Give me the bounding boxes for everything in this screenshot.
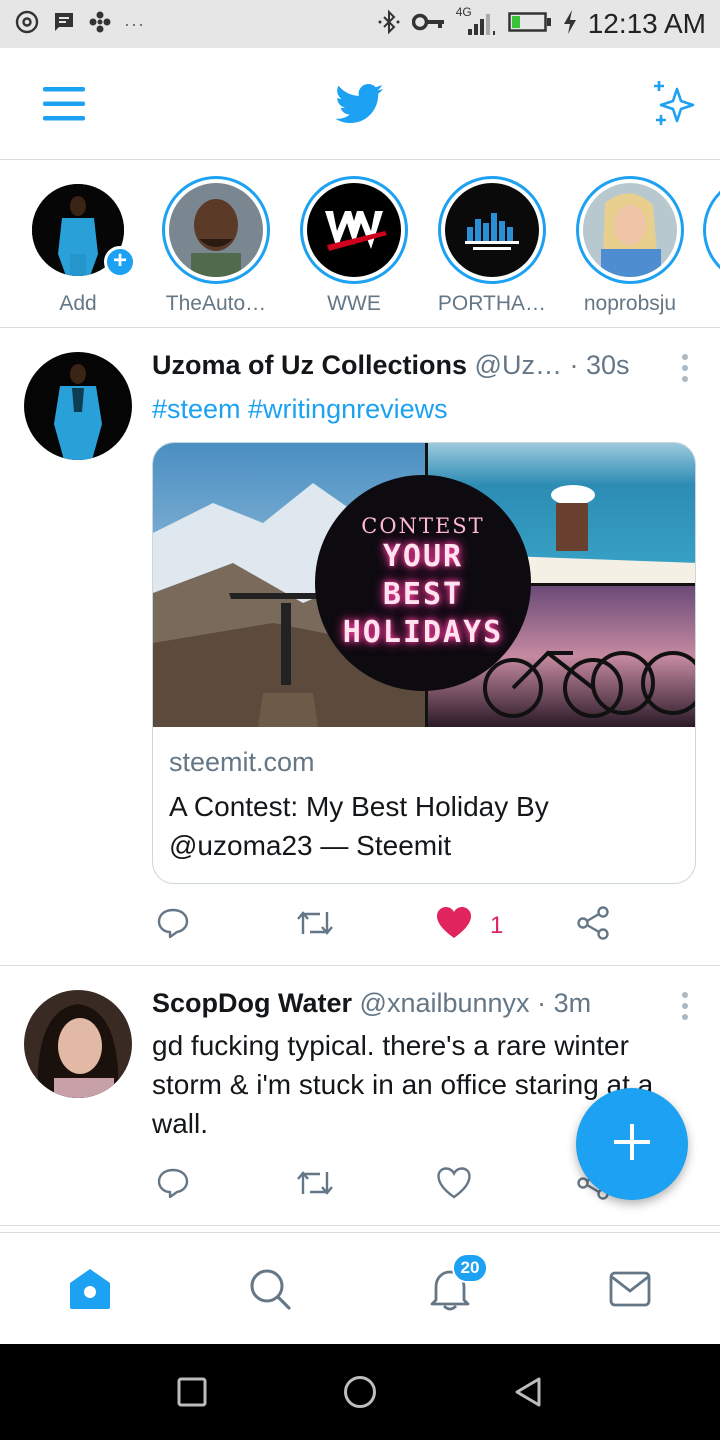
fleet-partial[interactable]: [703, 176, 720, 284]
avatar: [583, 183, 677, 277]
author-name[interactable]: Uzoma of Uz Collections: [152, 350, 467, 380]
author-name[interactable]: ScopDog Water: [152, 988, 352, 1018]
messages-icon[interactable]: [602, 1261, 658, 1317]
fleet-wwe[interactable]: WWE: [289, 176, 419, 316]
home-system-icon[interactable]: [340, 1372, 380, 1412]
back-icon[interactable]: [508, 1372, 548, 1412]
signal-icon: 4G: [456, 5, 498, 37]
contest-badge: CONTEST YOUR BEST HOLIDAYS: [315, 475, 531, 691]
recents-icon[interactable]: [172, 1372, 212, 1412]
fleet-label: WWE: [327, 292, 381, 315]
more-notifications-icon: ···: [124, 13, 145, 34]
reply-icon[interactable]: [156, 1166, 190, 1200]
reply-icon[interactable]: [156, 906, 190, 940]
separator: ·: [537, 988, 547, 1018]
hamburger-icon[interactable]: [36, 76, 92, 132]
notification-badge: 20: [452, 1253, 488, 1283]
fleet-label: noprobsju: [583, 292, 677, 315]
message-icon: [52, 10, 76, 39]
fleet-label: PORTHA…: [437, 292, 547, 315]
tweet-actions: [152, 1166, 632, 1206]
heart-outline-icon: [436, 1166, 472, 1205]
add-fleet-icon[interactable]: +: [104, 246, 136, 278]
fleet-label: Add: [59, 292, 97, 315]
home-icon[interactable]: [62, 1261, 118, 1317]
avatar[interactable]: [24, 990, 132, 1098]
separator: ·: [569, 350, 579, 380]
share-icon[interactable]: [576, 906, 610, 940]
avatar[interactable]: [24, 352, 132, 460]
tweet-header: ScopDog Water @xnailbunnyx · 3m: [152, 988, 591, 1019]
fleet-theauto[interactable]: TheAuto…: [151, 176, 281, 316]
plus-icon: [612, 1122, 652, 1167]
fleet-noprobsju[interactable]: noprobsju: [565, 176, 695, 316]
key-icon: [411, 11, 446, 38]
card-title: A Contest: My Best Holiday By @uzoma23 —…: [169, 791, 549, 861]
search-icon[interactable]: [242, 1261, 298, 1317]
system-navigation-bar: [0, 1344, 720, 1440]
contest-line: BEST: [382, 577, 464, 612]
card-image: CONTEST YOUR BEST HOLIDAYS: [153, 443, 695, 727]
card-domain: steemit.com: [169, 747, 315, 777]
more-options-icon[interactable]: [682, 992, 688, 1020]
sparkle-icon[interactable]: [646, 76, 702, 132]
contest-label: CONTEST: [361, 514, 485, 538]
compose-tweet-button[interactable]: [576, 1088, 688, 1200]
vinyl-icon: [14, 9, 40, 40]
author-handle[interactable]: @xnailbunnyx: [360, 988, 530, 1018]
timestamp: 3m: [553, 988, 592, 1018]
fleet-add[interactable]: + Add: [13, 176, 143, 316]
like-count: 1: [490, 911, 504, 939]
link-card[interactable]: CONTEST YOUR BEST HOLIDAYS steemit.com A…: [152, 442, 696, 884]
retweet-icon[interactable]: [296, 906, 334, 940]
fleet-label: TheAuto…: [165, 292, 267, 315]
retweet-icon[interactable]: [296, 1166, 334, 1200]
like-button[interactable]: [436, 1166, 472, 1205]
tweet-actions: 1: [152, 906, 632, 946]
top-app-bar: [0, 48, 720, 160]
timestamp: 30s: [586, 350, 630, 380]
battery-icon: [507, 10, 552, 39]
more-options-icon[interactable]: [682, 354, 688, 382]
clock: 12:13 AM: [587, 8, 706, 39]
author-handle[interactable]: @Uz…: [475, 350, 562, 380]
hashtags[interactable]: #steem #writingnreviews: [152, 394, 448, 425]
contest-line: YOUR: [382, 539, 464, 574]
bottom-navigation: 20: [0, 1232, 720, 1344]
like-button[interactable]: 1: [436, 906, 503, 945]
bluetooth-icon: [376, 9, 402, 40]
fleets-bar: + Add TheAuto… WWE PORTHA… noprobsju: [0, 160, 720, 328]
avatar: [445, 183, 539, 277]
twitter-bird-icon: [334, 78, 386, 130]
fleet-portha[interactable]: PORTHA…: [427, 176, 557, 316]
tweet-header: Uzoma of Uz Collections @Uz… · 30s: [152, 350, 630, 381]
fan-icon: [88, 10, 112, 39]
contest-line: HOLIDAYS: [342, 615, 504, 650]
heart-filled-icon: [436, 906, 472, 945]
avatar: [169, 183, 263, 277]
notifications-icon[interactable]: 20: [422, 1253, 488, 1317]
avatar: [307, 183, 401, 277]
status-bar: ··· 4G 12:13 AM: [0, 0, 720, 48]
charging-icon: [562, 9, 578, 40]
tweet[interactable]: Uzoma of Uz Collections @Uz… · 30s #stee…: [0, 328, 720, 966]
